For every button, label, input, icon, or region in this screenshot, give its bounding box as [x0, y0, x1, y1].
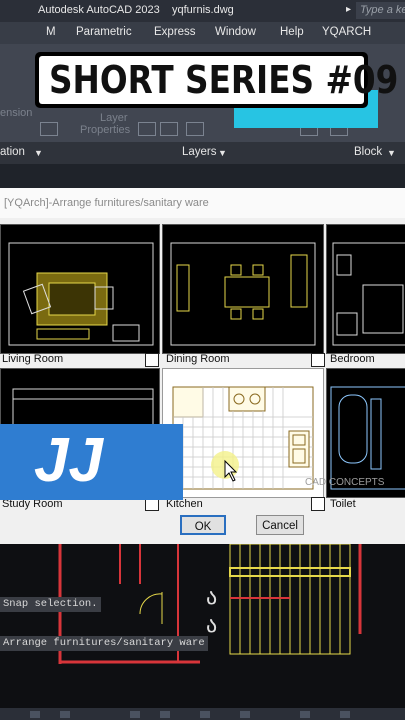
save-icon[interactable] [145, 353, 159, 367]
snap-toggle-icon[interactable] [60, 711, 70, 718]
menu-parametric[interactable]: Parametric [76, 26, 132, 38]
chevron-down-icon[interactable]: ▼ [34, 148, 43, 158]
ribbon-layer-label: Layer [100, 112, 128, 124]
panel-layers[interactable]: Layers [182, 146, 217, 158]
status-bar [0, 708, 405, 720]
ok-button[interactable]: OK [180, 515, 226, 535]
drawing-canvas[interactable]: ა ა [0, 543, 405, 708]
logo-text: JJ [34, 426, 103, 495]
search-input[interactable]: Type a key [356, 2, 405, 19]
dining-room-thumbnail[interactable] [162, 224, 324, 354]
dialog-title: [YQArch]-Arrange furnitures/sanitary war… [4, 197, 209, 209]
polar-toggle-icon[interactable] [160, 711, 170, 718]
title-bar: Autodesk AutoCAD 2023 yqfurnis.dwg ▸ Typ… [0, 0, 405, 22]
thumbnail-caption: Dining Room [166, 353, 230, 365]
menu-parametric[interactable]: M [46, 26, 56, 38]
file-tab-strip [0, 164, 405, 188]
menu-window[interactable]: Window [215, 26, 256, 38]
command-history-line: Arrange furnitures/sanitary ware [0, 636, 208, 651]
thumbnail-caption: Toilet [330, 498, 356, 510]
panel-block[interactable]: Block [354, 146, 382, 158]
menu-yqarch[interactable]: YQARCH [322, 26, 371, 38]
bedroom-thumbnail[interactable] [326, 224, 405, 354]
save-icon[interactable] [311, 497, 325, 511]
panel-annotation[interactable]: ation [0, 146, 25, 158]
layer-tool-icon[interactable] [186, 122, 204, 136]
command-history-line: Snap selection. [0, 597, 101, 612]
svg-text:ა: ა [206, 585, 217, 610]
lineweight-toggle-icon[interactable] [240, 711, 250, 718]
banner-plate: SHORT SERIES #09 [39, 56, 398, 104]
chevron-down-icon[interactable]: ▼ [387, 148, 396, 158]
ribbon-dimension-label: ension [0, 107, 33, 119]
banner-title: SHORT SERIES #09 [49, 58, 399, 102]
chevron-right-icon[interactable]: ▸ [346, 4, 351, 15]
living-room-plan-image [8, 242, 154, 346]
dialog-title-bar: [YQArch]-Arrange furnitures/sanitary war… [0, 188, 405, 218]
bedroom-plan-image [332, 242, 405, 346]
menu-help[interactable]: Help [280, 26, 304, 38]
ribbon-properties-label: Properties [80, 124, 131, 136]
table-icon[interactable] [40, 122, 58, 136]
menu-bar: M Parametric Express Window Help YQARCH [0, 22, 405, 44]
floor-plan-drawing: ა ა [58, 543, 362, 664]
thumbnail-caption: Bedroom [330, 353, 375, 365]
svg-text:ა: ა [206, 613, 217, 638]
kitchen-thumbnail[interactable] [162, 368, 324, 498]
dining-room-plan-image [170, 242, 316, 346]
ribbon-panel-bar: ation ▼ Layers ▼ Block ▼ [0, 142, 405, 164]
chevron-down-icon[interactable]: ▼ [218, 148, 227, 158]
save-icon[interactable] [311, 353, 325, 367]
channel-logo: JJ [0, 424, 183, 500]
thumbnail-caption: Living Room [2, 353, 64, 365]
grid-toggle-icon[interactable] [30, 711, 40, 718]
living-room-thumbnail[interactable] [0, 224, 160, 354]
layer-tool-icon[interactable] [160, 122, 178, 136]
settings-gear-icon[interactable] [340, 711, 350, 718]
kitchen-plan-image [172, 386, 314, 490]
menu-express[interactable]: Express [154, 26, 196, 38]
ortho-toggle-icon[interactable] [130, 711, 140, 718]
osnap-toggle-icon[interactable] [200, 711, 210, 718]
cancel-button[interactable]: Cancel [256, 515, 304, 535]
series-banner: SHORT SERIES #09 [35, 52, 398, 108]
watermark: CAD CONCEPTS [305, 477, 385, 488]
app-title: Autodesk AutoCAD 2023 [38, 4, 160, 16]
annotation-scale-icon[interactable] [300, 711, 310, 718]
file-name: yqfurnis.dwg [172, 4, 234, 16]
layer-tool-icon[interactable] [138, 122, 156, 136]
